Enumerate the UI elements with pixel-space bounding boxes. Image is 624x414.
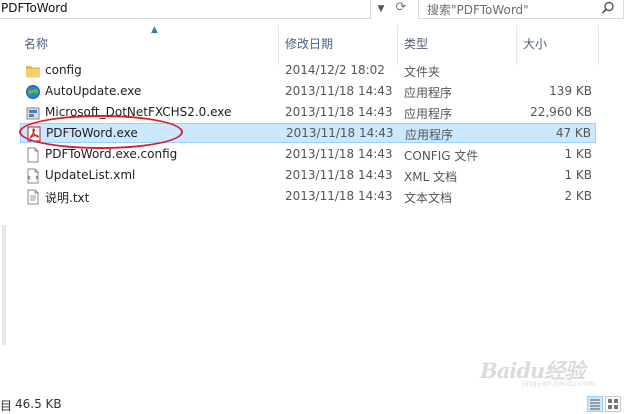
folder-icon [26, 66, 40, 78]
navigation-pane [0, 20, 8, 394]
file-type: XML 文档 [404, 170, 458, 184]
baidu-watermark: Baidu经验 jingyan.baidu.com [478, 355, 618, 388]
file-size: 1 KB [564, 147, 592, 161]
file-type: 应用程序 [404, 86, 453, 100]
globe-exe-icon [26, 85, 40, 99]
file-row-config[interactable]: config 2014/12/2 18:02 文件夹 [20, 61, 596, 81]
large-icons-view-icon[interactable] [605, 396, 621, 412]
file-size: 1 KB [564, 168, 592, 182]
file-date: 2014/12/2 18:02 [285, 63, 385, 77]
annotation-ellipse [19, 115, 183, 149]
chevron-down-icon[interactable]: ▼ [374, 2, 388, 16]
watermark-url: jingyan.baidu.com [522, 379, 596, 388]
file-type: 文件夹 [404, 65, 441, 79]
file-size: 139 KB [549, 84, 592, 98]
file-size: 22,960 KB [530, 105, 592, 119]
column-divider[interactable] [516, 25, 517, 65]
xml-file-icon [27, 168, 39, 184]
refresh-icon[interactable]: ⟳ [393, 0, 409, 16]
file-size: 2 KB [564, 189, 592, 203]
installer-exe-icon [26, 107, 40, 120]
file-date: 2013/11/18 14:43 [285, 168, 393, 182]
search-placeholder: 搜索"PDFToWord" [427, 3, 529, 17]
column-date[interactable]: 修改日期 [285, 35, 333, 52]
file-name: 说明.txt [45, 191, 90, 205]
column-size[interactable]: 大小 [523, 35, 547, 52]
column-name[interactable]: 名称 [24, 35, 48, 52]
file-date: 2013/11/18 14:43 [285, 105, 393, 119]
item-count: 目 [0, 399, 13, 413]
file-type: 应用程序 [404, 107, 453, 121]
file-date: 2013/11/18 14:43 [286, 126, 394, 140]
search-input[interactable]: 搜索"PDFToWord" [418, 0, 624, 19]
file-name: config [45, 63, 82, 77]
file-date: 2013/11/18 14:43 [285, 84, 393, 98]
search-icon[interactable] [601, 1, 615, 15]
column-divider[interactable] [278, 25, 279, 65]
column-divider[interactable] [397, 25, 398, 65]
file-type: 文本文档 [404, 191, 453, 205]
file-size: 47 KB [555, 126, 591, 140]
file-type: CONFIG 文件 [404, 149, 479, 163]
file-icon [27, 147, 39, 163]
file-row-readme[interactable]: 说明.txt 2013/11/18 14:43 文本文档 2 KB [20, 187, 596, 207]
nav-scrollbar[interactable] [2, 225, 6, 345]
file-name: PDFToWord.exe.config [45, 147, 178, 161]
address-path: PDFToWord [1, 1, 68, 15]
column-header: ▲ 名称 修改日期 类型 大小 [8, 20, 624, 65]
toolbar: PDFToWord ▼ ⟳ 搜索"PDFToWord" [0, 0, 624, 20]
file-row-updatelist[interactable]: UpdateList.xml 2013/11/18 14:43 XML 文档 1… [20, 166, 596, 186]
file-name: AutoUpdate.exe [45, 84, 142, 98]
file-date: 2013/11/18 14:43 [285, 147, 393, 161]
text-file-icon [27, 189, 39, 205]
details-view-icon[interactable] [587, 396, 603, 412]
column-type[interactable]: 类型 [404, 35, 428, 52]
sort-up-icon: ▲ [151, 25, 158, 35]
file-date: 2013/11/18 14:43 [285, 189, 393, 203]
file-row-autoupdate[interactable]: AutoUpdate.exe 2013/11/18 14:43 应用程序 139… [20, 82, 596, 102]
file-name: UpdateList.xml [45, 168, 136, 182]
selected-size: 46.5 KB [15, 397, 62, 411]
file-type: 应用程序 [405, 128, 454, 142]
status-bar: 目 46.5 KB [0, 394, 624, 414]
address-bar[interactable]: PDFToWord [0, 0, 371, 19]
column-divider[interactable] [598, 25, 599, 65]
